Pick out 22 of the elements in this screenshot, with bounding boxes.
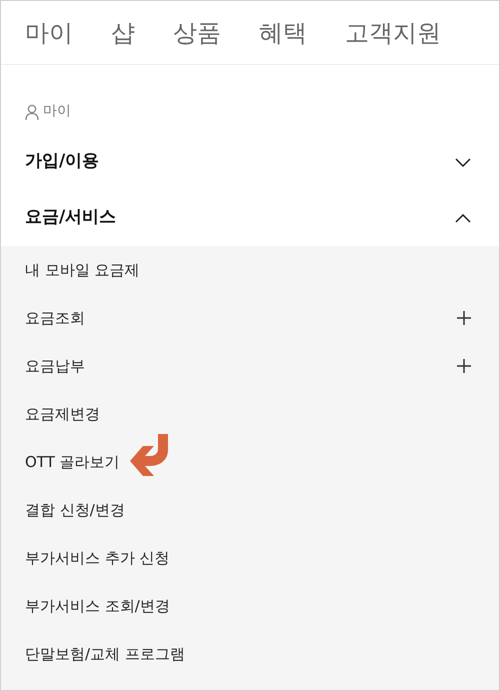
accordion-header[interactable]: 요금/서비스 bbox=[1, 190, 499, 246]
submenu-item[interactable]: 단말보험/교체 프로그램 bbox=[25, 642, 185, 666]
nav-tab[interactable]: 마이 bbox=[25, 20, 73, 44]
submenu-item[interactable]: 부가서비스 추가 신청 bbox=[25, 546, 170, 570]
submenu-item[interactable]: 부가서비스 조회/변경 bbox=[25, 594, 170, 618]
submenu-item[interactable]: 요금납부 bbox=[25, 354, 85, 378]
submenu-item[interactable]: OTT 골라보기 bbox=[25, 450, 120, 474]
submenu-item[interactable]: 요금제변경 bbox=[25, 402, 100, 426]
plus-icon[interactable] bbox=[457, 359, 471, 373]
chevron-up-icon bbox=[455, 214, 471, 222]
nav-tab[interactable]: 혜택 bbox=[259, 20, 307, 44]
person-icon bbox=[25, 104, 39, 120]
nav-tab[interactable]: 고객지원 bbox=[345, 20, 441, 44]
chevron-down-icon bbox=[455, 158, 471, 166]
plus-icon[interactable] bbox=[457, 311, 471, 325]
accordion-header[interactable]: 가입/이용 bbox=[1, 134, 499, 190]
submenu-item[interactable]: 요금조회 bbox=[25, 306, 85, 330]
nav-tab[interactable]: 샵 bbox=[111, 20, 135, 44]
submenu-item[interactable]: 결합 신청/변경 bbox=[25, 498, 125, 522]
submenu-item[interactable]: 내 모바일 요금제 bbox=[25, 258, 140, 282]
breadcrumb-label[interactable]: 마이 bbox=[43, 101, 71, 122]
nav-tab[interactable]: 상품 bbox=[173, 20, 221, 44]
